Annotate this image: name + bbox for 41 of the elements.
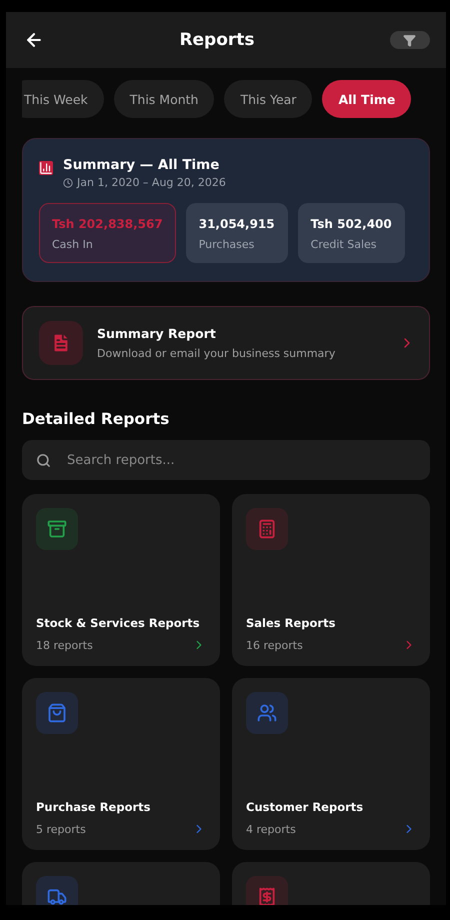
report-category-card[interactable]: Sales Reports 16 reports (232, 494, 430, 666)
report-category-card[interactable]: Purchase Reports 5 reports (22, 678, 220, 850)
stat-value: Tsh 202,838,567 (52, 216, 163, 232)
page-title: Reports (179, 30, 255, 50)
chart-icon (39, 161, 53, 175)
search-input[interactable]: Search reports... (65, 452, 416, 468)
period-chip[interactable]: This Month (114, 80, 214, 118)
report-title: Summary Report (97, 326, 217, 341)
stat-value: 31,054,915 (198, 216, 275, 232)
report-count: 18 reports (36, 638, 93, 652)
report-count: 5 reports (36, 822, 86, 836)
search-icon (36, 452, 51, 468)
category-title: Stock & Services Reports (36, 616, 201, 630)
section-heading: Detailed Reports (22, 410, 170, 428)
period-chip[interactable]: All Time (322, 80, 412, 118)
filter-icon (403, 34, 416, 46)
filter-button[interactable] (390, 31, 430, 49)
category-title: Customer Reports (246, 800, 364, 814)
category-title: Sales Reports (246, 616, 336, 630)
stat-label: Credit Sales (310, 238, 378, 252)
search-field[interactable]: Search reports... (22, 440, 430, 480)
summary-title: Summary — All Time (63, 157, 220, 173)
report-category-card[interactable]: Stock & Services Reports 18 reports (22, 494, 220, 666)
report-category-card[interactable]: Customer Reports 4 reports (232, 678, 430, 850)
back-button[interactable] (24, 30, 44, 50)
date-range: Jan 1, 2020 – Aug 20, 2026 (77, 176, 226, 189)
stat-tile[interactable]: 31,054,915 Purchases (186, 203, 288, 263)
stat-value: Tsh 502,400 (310, 216, 392, 232)
period-chip[interactable]: This Week (22, 80, 104, 118)
stat-tile[interactable]: Tsh 202,838,567 Cash In (39, 203, 176, 263)
stat-label: Cash In (52, 238, 94, 252)
clock-icon (63, 178, 73, 188)
summary-report-card[interactable]: Summary Report Download or email your business summary (22, 306, 430, 380)
category-title: Purchase Reports (36, 800, 152, 814)
document-icon (39, 321, 83, 365)
report-count: 4 reports (246, 822, 296, 836)
report-subtitle: Download or email your business summary (97, 347, 336, 360)
stat-label: Purchases (198, 238, 256, 252)
stat-tile[interactable]: Tsh 502,400 Credit Sales (298, 203, 405, 263)
report-count: 16 reports (246, 638, 303, 652)
period-chip[interactable]: This Year (224, 80, 312, 118)
